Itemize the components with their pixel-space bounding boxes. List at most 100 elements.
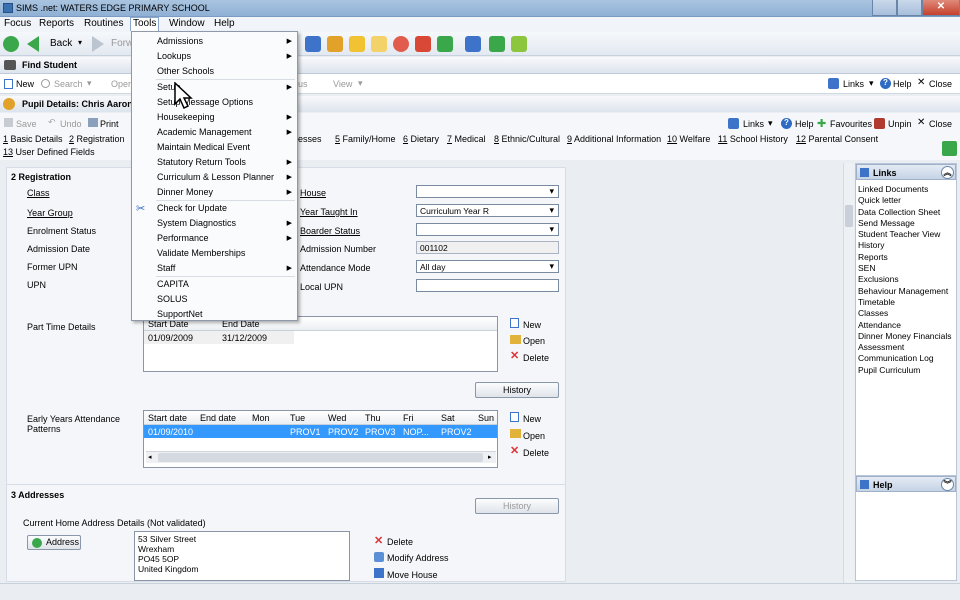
- list-item[interactable]: Timetable: [858, 297, 954, 308]
- section-link-user-defined-fields[interactable]: 13 User Defined Fields: [3, 147, 95, 157]
- modify-address-button[interactable]: Modify Address: [387, 553, 449, 563]
- refresh-icon[interactable]: [942, 141, 957, 156]
- collapse-icon[interactable]: ︾: [941, 478, 954, 491]
- collapse-icon[interactable]: ︽: [941, 166, 954, 179]
- move-house-button[interactable]: Move House: [387, 570, 438, 580]
- toolbar-tool-icon-1[interactable]: [305, 36, 321, 52]
- column-header[interactable]: Wed: [328, 413, 346, 423]
- house-label[interactable]: House: [300, 188, 326, 198]
- favourites-button[interactable]: Favourites: [830, 119, 872, 129]
- toolbar-tool-icon-7[interactable]: [437, 36, 453, 52]
- menu-item-staff[interactable]: Staff ▶: [132, 261, 297, 276]
- toolbar-tool-icon-10[interactable]: [511, 36, 527, 52]
- column-header[interactable]: Start date: [148, 413, 187, 423]
- find-new-button[interactable]: New: [16, 79, 34, 89]
- menu-item-lookups[interactable]: Lookups ▶: [132, 49, 297, 64]
- toolbar-tool-icon-8[interactable]: [465, 36, 481, 52]
- menu-item-dinner-money[interactable]: Dinner Money ▶: [132, 185, 297, 200]
- list-item[interactable]: Communication Log: [858, 353, 954, 364]
- home-icon[interactable]: [3, 36, 19, 52]
- menu-item-validate-memberships[interactable]: Validate Memberships: [132, 246, 297, 261]
- list-item[interactable]: History: [858, 240, 954, 251]
- section-link-basic-details[interactable]: 1 Basic Details: [3, 134, 63, 144]
- section-link-welfare[interactable]: 10 Welfare: [667, 134, 710, 144]
- forward-button[interactable]: [92, 36, 108, 52]
- column-header[interactable]: Sun: [478, 413, 494, 423]
- pupil-help-button[interactable]: Help: [795, 119, 814, 129]
- section-link-additional-information[interactable]: 9 Additional Information: [567, 134, 661, 144]
- list-item[interactable]: Assessment: [858, 342, 954, 353]
- pupil-close-button[interactable]: Close: [929, 119, 952, 129]
- attendance-mode-select[interactable]: All day: [416, 260, 559, 273]
- menu-item-statutory-return-tools[interactable]: Statutory Return Tools ▶: [132, 155, 297, 170]
- list-item[interactable]: Dinner Money Financials: [858, 331, 954, 342]
- early-years-delete-button[interactable]: Delete: [523, 448, 549, 458]
- find-close-button[interactable]: Close: [929, 79, 952, 89]
- list-item[interactable]: Data Collection Sheet: [858, 207, 954, 218]
- pupil-links-button[interactable]: Links: [743, 119, 764, 129]
- registration-history-button[interactable]: History: [475, 382, 559, 398]
- menu-item-housekeeping[interactable]: Housekeeping ▶: [132, 110, 297, 125]
- toolbar-tool-icon-6[interactable]: [415, 36, 431, 52]
- early-years-new-button[interactable]: New: [523, 414, 541, 424]
- address-delete-button[interactable]: Delete: [387, 537, 413, 547]
- year-taught-in-label[interactable]: Year Taught In: [300, 207, 358, 217]
- menu-item-academic-management[interactable]: Academic Management ▶: [132, 125, 297, 140]
- list-item[interactable]: Exclusions: [858, 274, 954, 285]
- address-button[interactable]: Address: [27, 535, 81, 550]
- back-button[interactable]: [27, 36, 47, 52]
- help-panel-header[interactable]: Help ︾: [856, 476, 956, 492]
- scrollbar-thumb[interactable]: [845, 205, 853, 227]
- list-item[interactable]: Linked Documents: [858, 184, 954, 195]
- toolbar-tool-icon-2[interactable]: [327, 36, 343, 52]
- addresses-history-button[interactable]: History: [475, 498, 559, 514]
- pupil-links-dropdown-icon[interactable]: ▾: [768, 118, 773, 129]
- scrollbar-thumb[interactable]: [158, 453, 483, 462]
- section-link-registration[interactable]: 2 Registration: [69, 134, 125, 144]
- find-links-dropdown-icon[interactable]: ▾: [869, 78, 874, 89]
- menu-item-performance[interactable]: Performance ▶: [132, 231, 297, 246]
- menu-item-system-diagnostics[interactable]: System Diagnostics ▶: [132, 216, 297, 231]
- maximize-button[interactable]: [897, 0, 922, 16]
- save-button[interactable]: Save: [16, 119, 37, 129]
- section-link-ethnic-cultural[interactable]: 8 Ethnic/Cultural: [494, 134, 560, 144]
- part-time-delete-button[interactable]: Delete: [523, 353, 549, 363]
- part-time-new-button[interactable]: New: [523, 320, 541, 330]
- find-search-button[interactable]: Search: [54, 79, 83, 89]
- menu-routines[interactable]: Routines: [82, 18, 125, 29]
- minimize-button[interactable]: [872, 0, 897, 16]
- section-link-parental-consent[interactable]: 12 Parental Consent: [796, 134, 878, 144]
- early-years-open-button[interactable]: Open: [523, 431, 545, 441]
- undo-button[interactable]: Undo: [60, 119, 82, 129]
- scroll-right-icon[interactable]: ▸: [488, 453, 492, 461]
- column-header[interactable]: Fri: [403, 413, 414, 423]
- list-item[interactable]: Classes: [858, 308, 954, 319]
- column-header[interactable]: End date: [200, 413, 236, 423]
- menu-tools[interactable]: Tools: [130, 17, 160, 31]
- menu-item-curriculum-lesson-planner[interactable]: Curriculum & Lesson Planner ▶: [132, 170, 297, 185]
- table-row[interactable]: 01/09/2010 PROV1 PROV2 PROV3 NOP... PROV…: [144, 425, 497, 438]
- menu-reports[interactable]: Reports: [37, 18, 76, 29]
- section-link-medical[interactable]: 7 Medical: [447, 134, 486, 144]
- toolbar-tool-icon-5[interactable]: [393, 36, 409, 52]
- boarder-status-label[interactable]: Boarder Status: [300, 226, 360, 236]
- class-label[interactable]: Class: [27, 188, 50, 198]
- boarder-status-select[interactable]: [416, 223, 559, 236]
- list-item[interactable]: Attendance: [858, 320, 954, 331]
- toolbar-tool-icon-4[interactable]: [371, 36, 387, 52]
- find-search-dropdown-icon[interactable]: ▾: [87, 78, 92, 89]
- list-item[interactable]: Quick letter: [858, 195, 954, 206]
- column-header[interactable]: Sat: [441, 413, 455, 423]
- house-select[interactable]: [416, 185, 559, 198]
- find-links-button[interactable]: Links: [843, 79, 864, 89]
- menu-item-capita[interactable]: CAPITA: [132, 277, 297, 292]
- find-view-dropdown-icon[interactable]: ▾: [358, 78, 363, 89]
- list-item[interactable]: Reports: [858, 252, 954, 263]
- menu-item-maintain-medical-event[interactable]: Maintain Medical Event: [132, 140, 297, 155]
- year-group-label[interactable]: Year Group: [27, 208, 73, 218]
- list-item[interactable]: SEN: [858, 263, 954, 274]
- local-upn-field[interactable]: [416, 279, 559, 292]
- list-item[interactable]: Send Message: [858, 218, 954, 229]
- scroll-left-icon[interactable]: ◂: [148, 453, 152, 461]
- unpin-button[interactable]: Unpin: [888, 119, 912, 129]
